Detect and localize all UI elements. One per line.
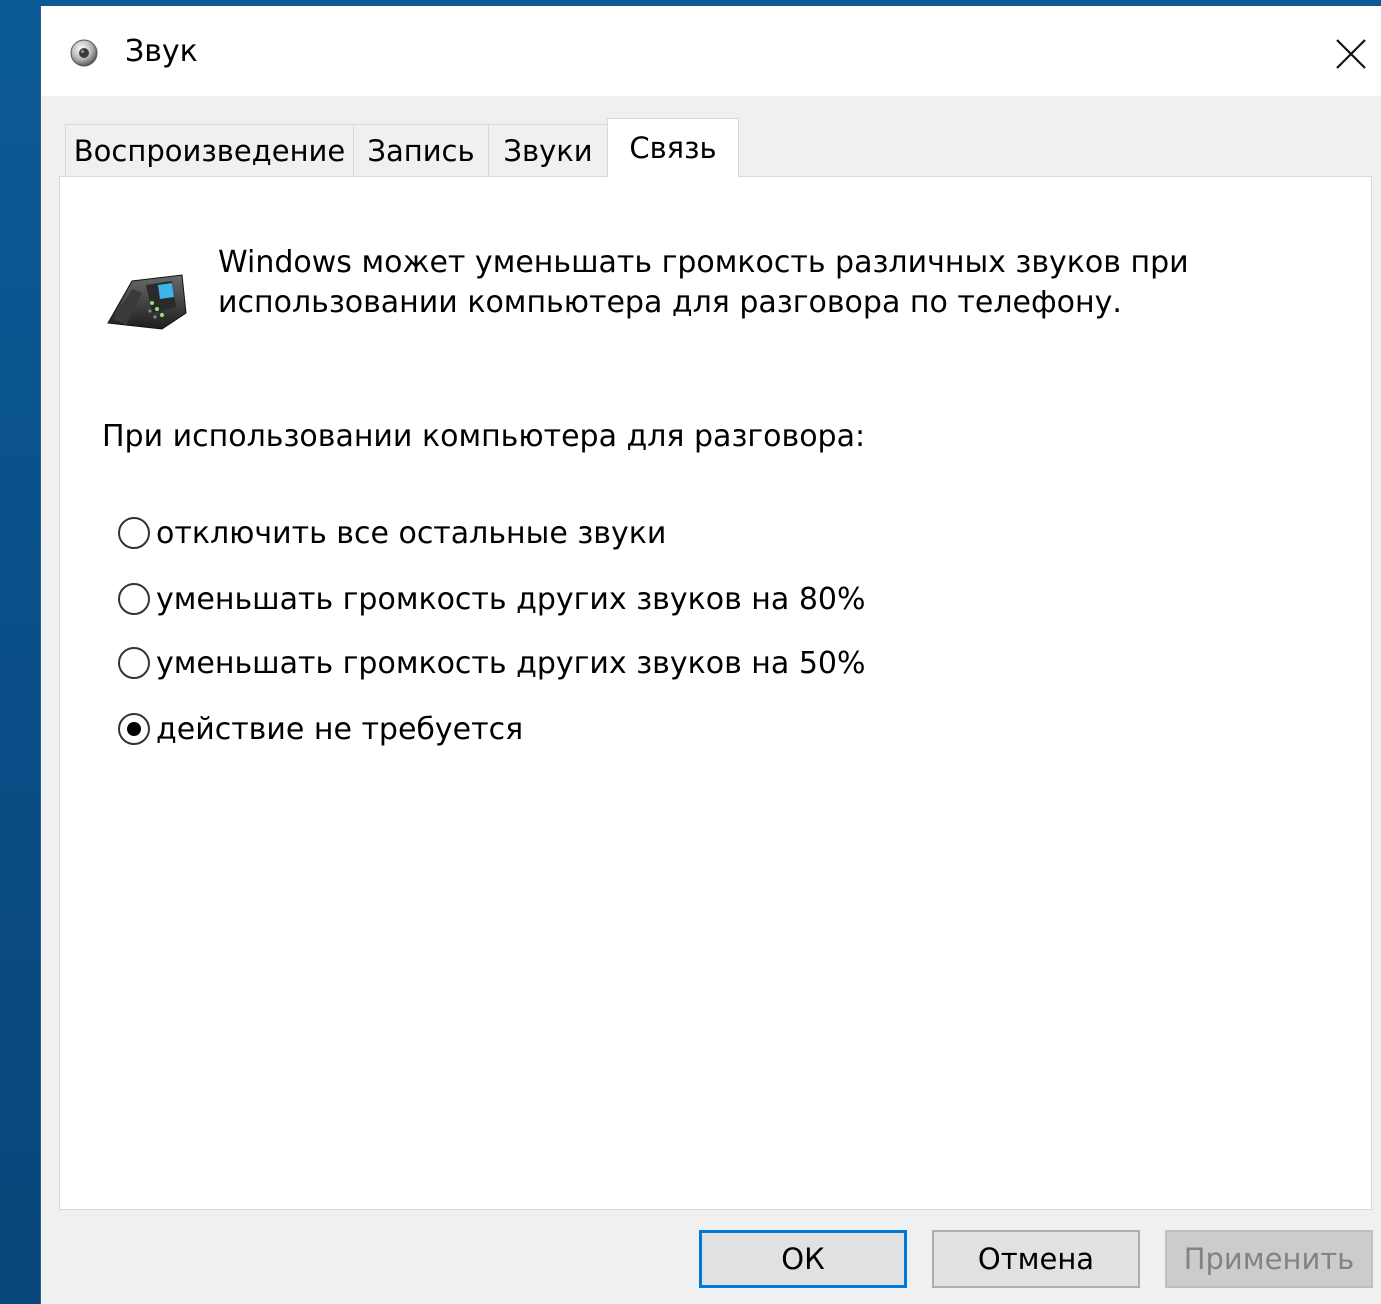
radio-button[interactable] — [118, 517, 150, 549]
tab-strip: Воспроизведение Запись Звуки Связь — [65, 118, 1365, 178]
tab-label: Связь — [629, 131, 717, 165]
radio-option-reduce-80[interactable]: уменьшать громкость других звуков на 80% — [118, 579, 866, 619]
radio-label[interactable]: уменьшать громкость других звуков на 50% — [156, 646, 866, 681]
button-label: Применить — [1183, 1242, 1355, 1276]
radio-option-mute-all[interactable]: отключить все остальные звуки — [118, 513, 666, 553]
close-button[interactable] — [1321, 24, 1381, 84]
radio-button[interactable] — [118, 647, 150, 679]
section-label: При использовании компьютера для разгово… — [102, 419, 866, 454]
desktop-background — [0, 0, 40, 1304]
tab-playback[interactable]: Воспроизведение — [65, 124, 354, 176]
communications-panel: Windows может уменьшать громкость различ… — [59, 176, 1372, 1210]
radio-label[interactable]: действие не требуется — [156, 712, 523, 747]
apply-button[interactable]: Применить — [1165, 1230, 1373, 1288]
close-icon — [1336, 39, 1366, 69]
telephone-icon — [107, 274, 187, 330]
ok-button[interactable]: ОК — [699, 1230, 907, 1288]
sound-dialog: Звук Воспроизведение Запись Звуки Связь — [40, 6, 1381, 1304]
intro-text: Windows может уменьшать громкость различ… — [218, 243, 1318, 323]
intro-line: использовании компьютера для разговора п… — [218, 285, 1122, 320]
tab-recording[interactable]: Запись — [353, 124, 489, 176]
cancel-button[interactable]: Отмена — [932, 1230, 1140, 1288]
tab-sounds[interactable]: Звуки — [488, 124, 608, 176]
tab-communications[interactable]: Связь — [607, 118, 739, 178]
button-label: Отмена — [977, 1242, 1095, 1276]
title-bar[interactable]: Звук — [41, 6, 1381, 96]
radio-option-reduce-50[interactable]: уменьшать громкость других звуков на 50% — [118, 643, 866, 683]
radio-button-selected[interactable] — [118, 713, 150, 745]
speaker-icon — [70, 39, 98, 67]
radio-option-do-nothing[interactable]: действие не требуется — [118, 709, 523, 749]
window-title: Звук — [125, 34, 198, 69]
tab-label: Запись — [367, 133, 475, 168]
radio-label[interactable]: отключить все остальные звуки — [156, 516, 666, 551]
radio-button[interactable] — [118, 583, 150, 615]
intro-line: Windows может уменьшать громкость различ… — [218, 245, 1189, 280]
tab-label: Воспроизведение — [73, 133, 346, 168]
tab-label: Звуки — [503, 133, 593, 168]
radio-label[interactable]: уменьшать громкость других звуков на 80% — [156, 582, 866, 617]
button-label: ОК — [781, 1242, 825, 1276]
